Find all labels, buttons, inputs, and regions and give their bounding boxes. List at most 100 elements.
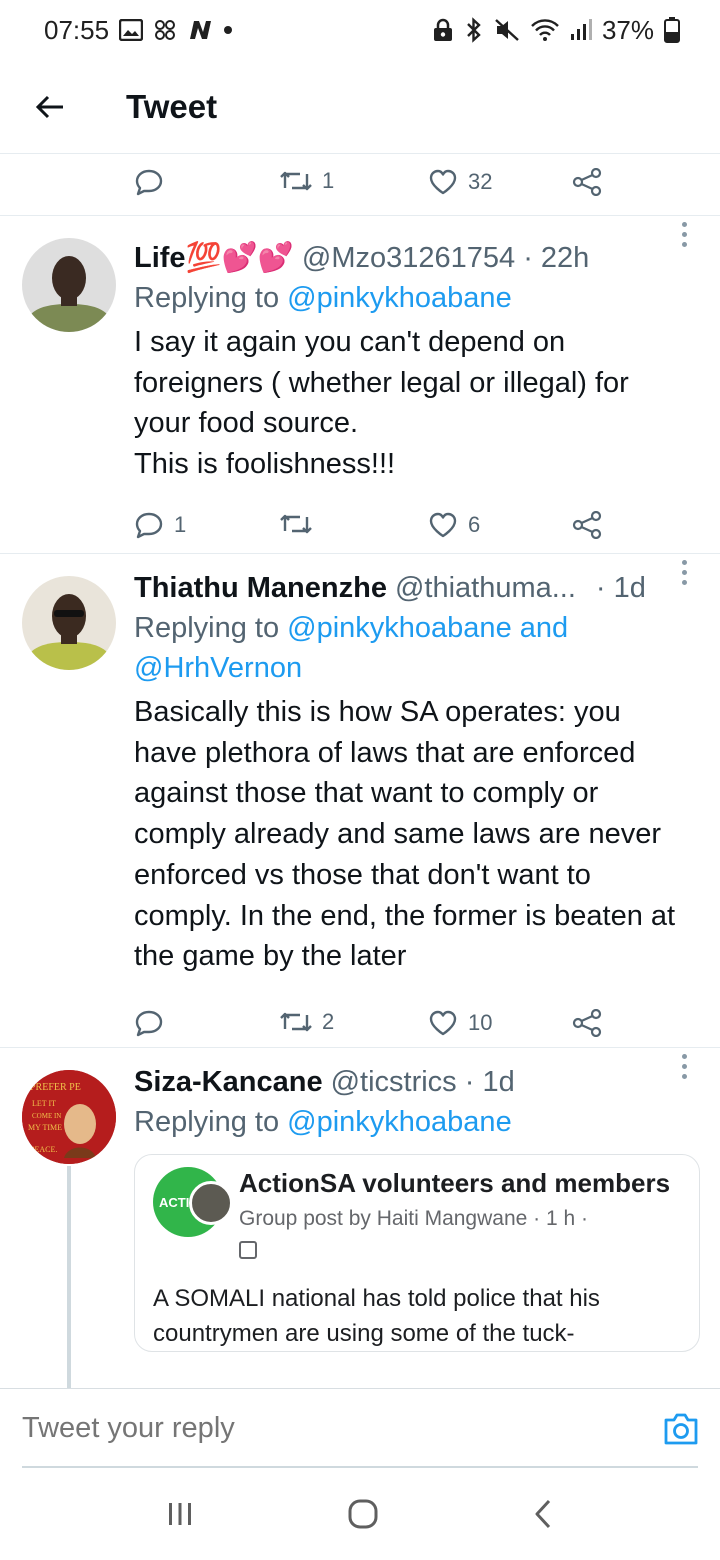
reply-tweet[interactable]: PREFER PE LET IT COME IN MY TIME PEACE. Siza… [0,1048,720,1388]
like-count: 32 [468,169,493,194]
wifi-icon [530,18,560,42]
tweet-text: Basically this is how SA operates: you h… [134,696,676,973]
heart-icon [428,168,458,196]
reply-count: 1 [174,511,187,537]
embed-header: ACTI ActionSA volunteers and members Gro… [153,1165,681,1259]
group-post-meta: Group post by Haiti Mangwane · 1 h · [239,1207,589,1230]
retweet-count: 1 [322,168,335,193]
handle-time: @ticstrics · 1d [330,1065,515,1098]
like-button[interactable]: 32 [428,168,492,196]
home-button[interactable] [346,1497,380,1531]
replying-to: Replying to @pinkykhoabane [134,278,686,318]
system-back-button[interactable] [531,1497,555,1531]
tweet-head: Siza-Kancane @ticstrics · 1d [134,1062,686,1102]
reply-button[interactable] [134,168,164,196]
status-time: 07:55 [44,14,110,45]
reply-icon [134,168,164,196]
more-options-button[interactable] [674,560,694,585]
signal-icon [570,18,592,42]
status-left: 07:55 [44,15,233,46]
svg-text:LET IT: LET IT [32,1099,56,1108]
mention-link[interactable]: @pinkykhoabane [287,1106,512,1138]
reply-tweet[interactable]: Thiathu Manenzhe @thiathuma... · 1d Repl… [0,554,720,1048]
tweet-body: Life💯💕💕 @Mzo31261754 · 22h Replying to @… [134,238,686,485]
avatar[interactable]: PREFER PE LET IT COME IN MY TIME PEACE. [22,1070,116,1164]
display-name[interactable]: Life💯💕💕 [134,241,294,275]
svg-text:PEACE.: PEACE. [30,1145,57,1154]
lock-status-icon [432,18,454,42]
share-button[interactable] [572,510,602,539]
svg-text:COME IN: COME IN [32,1112,61,1120]
reply-feed[interactable]: 1 32 Life💯💕💕 @Mzo31261754 · 22h Replying… [0,154,720,1388]
retweet-count: 2 [322,1008,335,1034]
heart-icon [428,511,458,539]
more-options-button[interactable] [674,1054,694,1079]
back-button[interactable] [0,60,100,154]
group-avatar: ACTI [153,1167,233,1247]
svg-text:MY TIME: MY TIME [28,1123,62,1132]
system-nav-bar [0,1468,720,1560]
mention-link[interactable]: @pinkykhoabane [287,282,512,314]
more-notifications-dot-icon [223,25,233,35]
tweet-actions: 2 10 [0,995,720,1055]
reply-composer [0,1388,720,1468]
tweet-body: Siza-Kancane @ticstrics · 1d Replying to… [134,1062,700,1352]
thread-line [67,1166,71,1388]
tweet-body: Thiathu Manenzhe @thiathuma... · 1d Repl… [134,568,686,977]
reply-button[interactable]: 1 [134,511,186,539]
avatar[interactable] [22,576,116,670]
like-button[interactable]: 10 [428,1009,492,1037]
audience-icon [239,1241,257,1259]
reply-input[interactable] [22,1412,582,1445]
replying-to-prefix: Replying to [134,612,288,644]
replying-to-prefix: Replying to [134,282,288,314]
camera-icon[interactable] [662,1412,700,1446]
recent-apps-button[interactable] [165,1499,195,1529]
replying-to-prefix: Replying to [134,1106,288,1138]
embedded-screenshot[interactable]: ACTI ActionSA volunteers and members Gro… [134,1154,700,1352]
share-icon [572,168,602,196]
svg-text:PREFER PE: PREFER PE [30,1082,81,1093]
battery-icon [664,17,680,43]
share-icon [572,510,602,539]
reply-icon [134,511,164,539]
retweet-button[interactable] [280,511,322,537]
timestamp: · 1d [595,571,646,604]
retweet-icon [280,168,312,194]
gallery-notification-icon [119,19,144,41]
poster-avatar [189,1181,233,1225]
reply-icon [134,1009,164,1037]
reply-tweet[interactable]: Life💯💕💕 @Mzo31261754 · 22h Replying to @… [0,216,720,554]
share-button[interactable] [572,168,602,196]
display-name[interactable]: Siza-Kancane [134,1066,323,1099]
replying-to: Replying to @pinkykhoabane [134,1102,686,1142]
retweet-button[interactable]: 1 [280,168,334,194]
tweet-head: Life💯💕💕 @Mzo31261754 · 22h [134,238,686,278]
retweet-icon [280,511,312,537]
replying-to: Replying to @pinkykhoabane and @HrhVerno… [134,608,686,688]
like-count: 10 [468,1009,493,1035]
bluetooth-icon [464,17,484,43]
like-button[interactable]: 6 [428,511,480,539]
mute-icon [494,18,520,42]
tweet-header: Tweet [0,60,720,154]
status-right: 37% [432,15,680,46]
tweet-text: I say it again you can't depend on forei… [134,326,629,481]
retweet-icon [280,1009,312,1035]
tweet-actions: 1 6 [0,497,720,557]
share-button[interactable] [572,1008,602,1037]
battery-percent: 37% [601,14,654,45]
handle: @thiathuma... [394,571,576,604]
avatar[interactable] [22,238,116,332]
reply-button[interactable] [134,1009,174,1037]
group-name: ActionSA volunteers and members [239,1168,671,1198]
embed-text: A SOMALI national has told police that h… [153,1285,600,1347]
share-icon [572,1008,602,1037]
more-options-button[interactable] [674,222,694,247]
retweet-button[interactable]: 2 [280,1009,334,1035]
news-app-notification-icon [187,19,213,41]
pinwheel-notification-icon [153,18,177,42]
embed-info: ActionSA volunteers and members Group po… [239,1165,670,1259]
back-arrow-icon [35,94,65,120]
display-name[interactable]: Thiathu Manenzhe [134,572,387,605]
